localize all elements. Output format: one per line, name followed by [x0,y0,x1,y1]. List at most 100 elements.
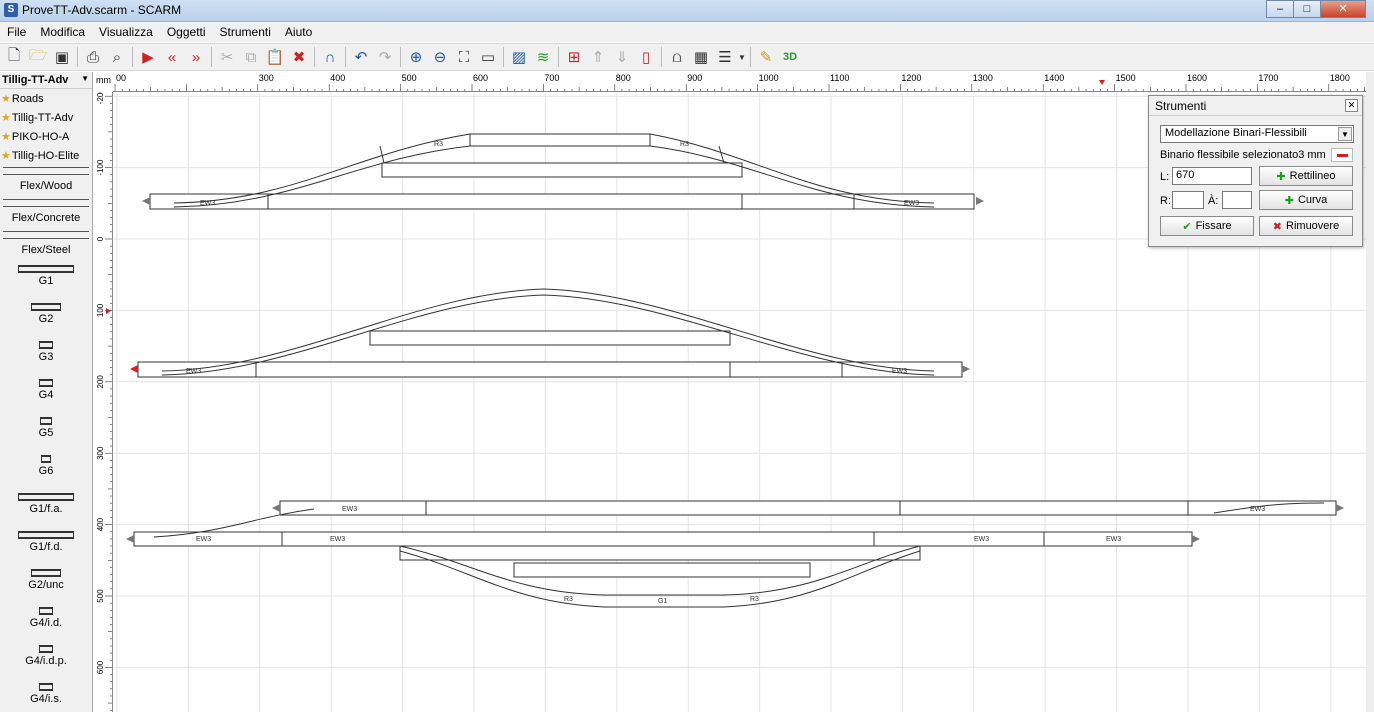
track-piece[interactable]: G4/i.d.p. [0,645,92,679]
background-image-icon[interactable]: ▨ [507,45,531,69]
toolbar-separator [750,47,751,67]
redo-icon[interactable]: ↷ [373,45,397,69]
track-straight[interactable] [279,500,1337,516]
track-curve[interactable] [161,288,935,372]
tunnel-icon[interactable]: ▦ [689,45,713,69]
tracks-view-icon[interactable]: ☰ [713,45,737,69]
toolbar: 🗋 🗁 ▣ ⎙ ⌕ ▶ « » ✂ ⧉ 📋 ✖ ∩ ↶ ↷ ⊕ ⊖ ⛶ ▭ ▨ … [0,43,1374,71]
track-piece[interactable]: G1/f.d. [0,531,92,565]
track-piece[interactable]: G3 [0,341,92,375]
menu-oggetti[interactable]: Oggetti [160,25,213,39]
track-piece[interactable]: G4/i.s. [0,683,92,712]
chevron-down-icon[interactable]: ▼ [737,45,747,69]
magnet-icon[interactable]: ∩ [318,45,342,69]
undo-icon[interactable]: ↶ [349,45,373,69]
new-file-icon[interactable]: 🗋 [2,45,26,69]
maximize-button[interactable]: □ [1293,0,1321,18]
print-preview-icon[interactable]: ⌕ [105,45,129,69]
category-flex-concrete[interactable]: Flex/Concrete [0,209,92,229]
menu-visualizza[interactable]: Visualizza [92,25,160,39]
track-piece[interactable]: G6 [0,455,92,489]
ruler-label: -100 [96,159,105,176]
zoom-actual-icon[interactable]: ▭ [476,45,500,69]
close-button[interactable]: ✕ [1320,0,1366,18]
menu-file[interactable]: File [0,25,33,39]
track-group-1[interactable]: EW3 EW3 R3 R3 [142,133,984,210]
track-straight[interactable] [399,545,921,561]
track-piece[interactable]: G1/f.a. [0,493,92,527]
radius-input[interactable] [1172,191,1204,209]
track-straight[interactable] [513,562,811,578]
track-tool-icon[interactable]: ⊞ [562,45,586,69]
cut-icon[interactable]: ✂ [215,45,239,69]
select-arrow-icon[interactable]: ▶ [136,45,160,69]
fix-button-label: Fissare [1195,220,1232,232]
open-folder-icon[interactable]: 🗁 [26,45,50,69]
track-end-marker [272,504,280,512]
height-down-icon[interactable]: ⇓ [610,45,634,69]
tools-panel-header: Strumenti ✕ [1149,96,1362,116]
minimize-button[interactable]: – [1266,0,1294,18]
track-group-2[interactable]: EW3 EW3 [130,288,970,378]
track-piece[interactable]: G2/unc [0,569,92,603]
star-icon: ★ [1,93,11,105]
move-right-icon[interactable]: » [184,45,208,69]
favorite-item[interactable]: ★ Tillig-HO-Elite [0,146,92,165]
favorite-item[interactable]: ★ PIKO-HO-A [0,127,92,146]
isolate-icon[interactable]: ▯ [634,45,658,69]
track-label: EW3 [974,536,989,543]
track-group-3[interactable]: EW3 EW3 EW3 EW3 EW3 EW3 G1 R3 R3 [126,500,1344,608]
favorite-item[interactable]: ★ Roads [0,89,92,108]
zoom-fit-icon[interactable]: ⛶ [452,45,476,69]
curve-button[interactable]: ✚ Curva [1259,190,1353,210]
menu-aiuto[interactable]: Aiuto [278,25,319,39]
track-end-marker [142,197,150,205]
track-piece-label: G1/f.a. [29,503,63,515]
track-piece[interactable]: G1 [0,265,92,299]
save-icon[interactable]: ▣ [50,45,74,69]
length-input[interactable]: 670 [1172,167,1252,185]
track-straight[interactable] [381,162,743,178]
zoom-out-icon[interactable]: ⊖ [428,45,452,69]
straight-button[interactable]: ✚ Rettilineo [1259,166,1353,186]
plus-icon: ✚ [1284,194,1294,207]
track-piece-label: G6 [38,465,54,477]
print-icon[interactable]: ⎙ [81,45,105,69]
measure-icon[interactable]: ✎ [754,45,778,69]
paste-icon[interactable]: 📋 [263,45,287,69]
angle-input[interactable] [1222,191,1252,209]
remove-button[interactable]: ✖ Rimuovere [1259,216,1353,236]
category-flex-steel[interactable]: Flex/Steel [0,241,92,261]
track-piece[interactable]: G4 [0,379,92,413]
ruler-label: 500 [96,589,105,603]
fix-button[interactable]: ✔ Fissare [1160,216,1254,236]
track-straight[interactable] [469,133,651,147]
height-up-icon[interactable]: ⇑ [586,45,610,69]
mode-select[interactable]: Modellazione Binari-Flessibili ▼ [1160,125,1354,143]
move-left-icon[interactable]: « [160,45,184,69]
track-piece[interactable]: G5 [0,417,92,451]
track-straight[interactable] [137,361,963,378]
track-straight[interactable] [133,531,1193,547]
layers-icon[interactable]: ≋ [531,45,555,69]
vertical-scrollbar[interactable] [1366,72,1374,712]
track-straight[interactable] [149,193,975,210]
zoom-in-icon[interactable]: ⊕ [404,45,428,69]
delete-icon[interactable]: ✖ [287,45,311,69]
track-piece[interactable]: G4/i.d. [0,607,92,641]
track-piece[interactable]: G2 [0,303,92,337]
menu-strumenti[interactable]: Strumenti [213,25,278,39]
close-icon[interactable]: ✕ [1345,99,1358,112]
ruler-label: 1300 [973,73,993,83]
track-piece-icon [31,569,61,577]
minus-button[interactable] [1331,148,1353,162]
star-icon: ★ [1,112,11,124]
favorite-item[interactable]: ★ Tillig-TT-Adv [0,108,92,127]
copy-icon[interactable]: ⧉ [239,45,263,69]
track-straight[interactable] [369,330,731,346]
bridge-icon[interactable]: ⩍ [665,45,689,69]
category-flex-wood[interactable]: Flex/Wood [0,177,92,197]
view-3d-icon[interactable]: 3D [778,45,802,69]
menu-modifica[interactable]: Modifica [33,25,92,39]
library-select[interactable]: Tillig-TT-Adv ▼ [0,72,92,89]
